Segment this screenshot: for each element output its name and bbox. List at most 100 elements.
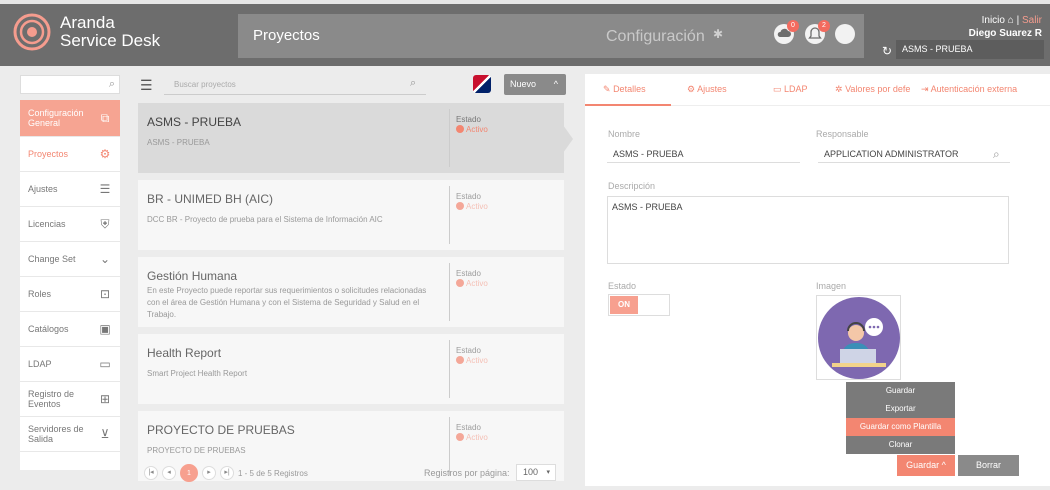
tab-valores-defecto[interactable]: ✲ Valores por defe — [835, 84, 910, 95]
folder-icon: ▭ — [773, 84, 782, 94]
sidebar-item-roles[interactable]: Roles ⊡ — [20, 277, 120, 312]
brand-line1: Aranda — [60, 13, 115, 32]
borrar-button[interactable]: Borrar — [958, 455, 1019, 476]
tab-label: Ajustes — [697, 84, 727, 94]
project-status: Estado Activo — [456, 192, 488, 212]
sidebar-item-licencias[interactable]: Licencias ⛨ — [20, 207, 120, 242]
tab-label: LDAP — [784, 84, 808, 94]
responsable-field[interactable]: APPLICATION ADMINISTRATOR — [818, 143, 1010, 163]
sidebar-item-label: Registro de Eventos — [28, 389, 75, 409]
settings-icon: ✲ — [835, 84, 843, 94]
sidebar-item-ldap[interactable]: LDAP ▭ — [20, 347, 120, 382]
nombre-field[interactable]: ASMS - PRUEBA — [607, 143, 800, 163]
page-1-button[interactable]: 1 — [180, 464, 198, 482]
tab-ajustes[interactable]: ⚙ Ajustes — [687, 84, 727, 95]
project-card[interactable]: BR - UNIMED BH (AIC) DCC BR - Proyecto d… — [138, 180, 564, 250]
project-card[interactable]: Gestión Humana En este Proyecto puede re… — [138, 257, 564, 327]
status-dot-icon — [456, 202, 464, 210]
guardar-button[interactable]: Guardar ^ — [897, 455, 955, 476]
per-page-select[interactable]: 100 ▾ — [516, 464, 556, 481]
imagen-label: Imagen — [816, 281, 847, 291]
next-page-button[interactable]: ▸ — [202, 466, 216, 480]
config-link[interactable]: Configuración — [606, 28, 705, 46]
gear-icon: ⚙ — [99, 147, 111, 161]
estado-label: Estado — [456, 269, 481, 278]
search-icon[interactable]: ⌕ — [993, 147, 1000, 162]
status-value: Activo — [466, 356, 488, 365]
prev-page-button[interactable]: ◂ — [162, 466, 176, 480]
sidebar-item-label: Proyectos — [28, 149, 69, 159]
project-name: ASMS - PRUEBA — [147, 115, 242, 129]
status-value: Activo — [466, 433, 488, 442]
project-desc: PROYECTO DE PRUEBAS — [147, 446, 246, 455]
menu-icon[interactable]: ☰ — [140, 77, 153, 94]
sidebar-item-proyectos[interactable]: Proyectos ⚙ — [20, 137, 120, 172]
detail-tabs: ✎ Detalles ⚙ Ajustes ▭ LDAP ✲ Valores po… — [585, 74, 1050, 106]
menu-item-clonar[interactable]: Clonar — [846, 436, 955, 454]
divider — [449, 186, 450, 244]
salir-link[interactable]: Salir — [1022, 15, 1042, 26]
first-page-button[interactable]: |◂ — [144, 466, 158, 480]
inicio-link[interactable]: Inicio — [982, 15, 1005, 26]
sidebar-item-registro-eventos[interactable]: Registro de Eventos ⊞ — [20, 382, 120, 417]
chevron-down-icon: ▾ — [546, 469, 550, 476]
tab-detalles[interactable]: ✎ Detalles — [603, 84, 646, 95]
nombre-label: Nombre — [608, 129, 641, 139]
project-search-input[interactable]: Buscar proyectos — [164, 75, 426, 95]
chevron-up-icon: ^ — [941, 460, 946, 470]
search-icon[interactable]: ⌕ — [410, 77, 416, 90]
sidebar-item-label: Change Set — [28, 254, 76, 264]
project-card[interactable]: ASMS - PRUEBA ASMS - PRUEBA Estado Activ… — [138, 103, 564, 173]
last-page-button[interactable]: ▸| — [220, 466, 234, 480]
home-icon[interactable]: ⌂ — [1008, 15, 1014, 26]
user-name: Diego Suarez R — [968, 28, 1042, 39]
menu-item-exportar[interactable]: Exportar — [846, 400, 955, 418]
project-name: Health Report — [147, 346, 222, 360]
gear-icon[interactable]: ✱ — [713, 27, 723, 41]
sidebar-item-catalogos[interactable]: Catálogos ▣ — [20, 312, 120, 347]
tab-label: Valores por defe — [845, 84, 911, 94]
menu-item-guardar[interactable]: Guardar — [846, 382, 955, 400]
copy-icon: ⧉ — [100, 110, 110, 125]
pagination: |◂ ◂ 1 ▸ ▸| 1 - 5 de 5 Registros — [144, 464, 308, 482]
estado-toggle[interactable]: ON — [608, 294, 670, 316]
project-selector[interactable]: ASMS - PRUEBA — [896, 40, 1044, 59]
chevron-down-icon: ⌄ — [99, 252, 111, 266]
sidebar-item-change-set[interactable]: Change Set ⌄ — [20, 242, 120, 277]
selected-arrow — [563, 125, 573, 153]
sidebar-item-configuracion-general[interactable]: Configuración General ⧉ — [20, 100, 120, 137]
sidebar-item-label: Servidores de Salida — [28, 424, 84, 444]
status-dot-icon — [456, 433, 464, 441]
per-page-label: Registros por página: — [424, 468, 510, 478]
support-agent-icon — [832, 318, 886, 367]
descripcion-textarea[interactable]: ASMS - PRUEBA — [607, 196, 1009, 264]
menu-item-guardar-plantilla[interactable]: Guardar como Plantilla — [846, 418, 955, 436]
sidebar-item-servidores-salida[interactable]: Servidores de Salida ⊻ — [20, 417, 120, 452]
project-name: Gestión Humana — [147, 269, 238, 283]
divider — [449, 109, 450, 167]
status-value: Activo — [466, 202, 488, 211]
active-tab-indicator — [585, 104, 671, 106]
status-dot-icon — [456, 279, 464, 287]
aranda-logo-icon — [13, 13, 51, 51]
refresh-icon[interactable]: ↻ — [882, 44, 892, 58]
project-image[interactable] — [816, 295, 901, 380]
user-avatar-button[interactable] — [835, 24, 855, 44]
sliders-icon: ☰ — [99, 182, 111, 196]
new-button[interactable]: Nuevo ^ — [504, 74, 566, 95]
divider — [449, 417, 450, 475]
project-card[interactable]: Health Report Smart Project Health Repor… — [138, 334, 564, 404]
language-flag-icon[interactable] — [473, 75, 491, 93]
page-title: Proyectos — [253, 27, 320, 44]
sidebar-search-input[interactable]: ⌕ — [20, 75, 120, 94]
status-value: Activo — [466, 125, 488, 134]
sidebar-item-ajustes[interactable]: Ajustes ☰ — [20, 172, 120, 207]
project-status: Estado Activo — [456, 269, 488, 289]
login-icon: ⇥ — [921, 84, 929, 94]
roles-icon: ⊡ — [99, 287, 111, 301]
catalog-icon: ▣ — [99, 322, 111, 336]
events-icon: ⊞ — [99, 392, 111, 406]
tab-autenticacion-externa[interactable]: ⇥ Autenticación externa — [921, 84, 1017, 95]
estado-label: Estado — [608, 281, 637, 291]
tab-ldap[interactable]: ▭ LDAP — [773, 84, 808, 95]
